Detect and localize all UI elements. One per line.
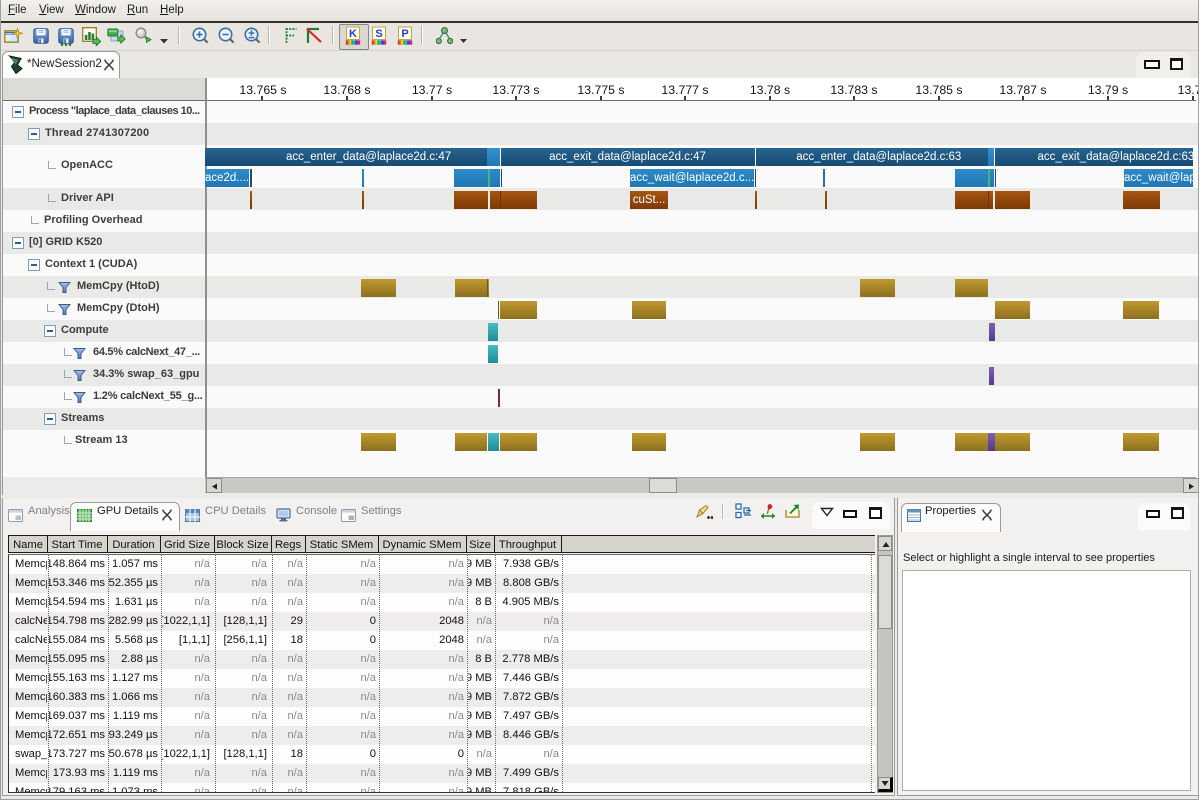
svg-text:P: P bbox=[401, 28, 408, 40]
svg-text:K: K bbox=[349, 28, 357, 40]
svg-text:S: S bbox=[375, 28, 382, 40]
